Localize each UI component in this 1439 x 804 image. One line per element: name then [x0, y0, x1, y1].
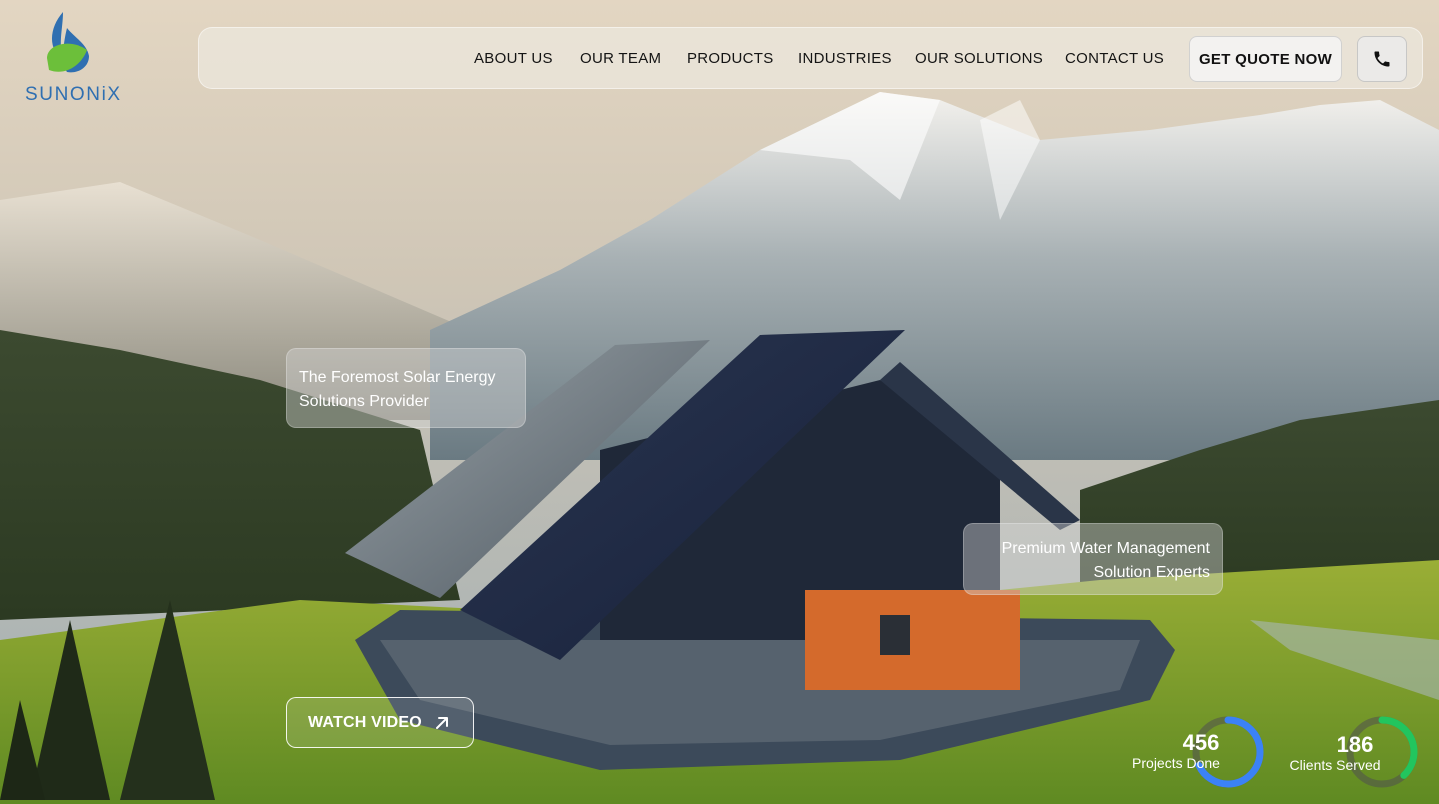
projects-count: 456 — [1182, 730, 1220, 755]
projects-label: Projects Done — [1132, 755, 1220, 771]
landscape-illustration — [0, 0, 1439, 804]
nav-products[interactable]: PRODUCTS — [687, 50, 774, 67]
leaf-flame-logo-icon — [47, 12, 89, 73]
brand-name: SUNONiX — [25, 84, 122, 105]
clients-stat-text: 186 Clients Served — [1282, 732, 1388, 774]
watch-video-label: WATCH VIDEO — [308, 713, 422, 731]
water-management-line1: Premium Water Management — [1001, 540, 1210, 557]
water-management-card: Premium Water Management Solution Expert… — [963, 523, 1223, 595]
nav-our-solutions[interactable]: OUR SOLUTIONS — [915, 50, 1043, 67]
nav-contact-us[interactable]: CONTACT US — [1065, 50, 1164, 67]
solar-provider-line2: Solutions Provider — [299, 393, 429, 410]
solar-provider-card: The Foremost Solar Energy Solutions Prov… — [286, 348, 526, 428]
nav-links: ABOUT US OUR TEAM PRODUCTS INDUSTRIES OU… — [199, 28, 1164, 90]
phone-button[interactable] — [1357, 36, 1407, 82]
brand-logo[interactable]: SUNONiX — [25, 10, 120, 105]
projects-stat-text: 456 Projects Done — [1124, 730, 1228, 772]
arrow-up-right-icon — [435, 716, 448, 729]
nav-about-us[interactable]: ABOUT US — [474, 50, 553, 67]
phone-icon — [1374, 51, 1390, 67]
clients-label: Clients Served — [1289, 757, 1381, 773]
clients-count: 186 — [1336, 732, 1374, 757]
get-quote-button[interactable]: GET QUOTE NOW — [1189, 36, 1342, 82]
watch-video-button[interactable]: WATCH VIDEO — [286, 697, 474, 748]
nav-industries[interactable]: INDUSTRIES — [798, 50, 892, 67]
nav-our-team[interactable]: OUR TEAM — [580, 50, 661, 67]
top-navigation: ABOUT US OUR TEAM PRODUCTS INDUSTRIES OU… — [198, 27, 1423, 89]
hero-background — [0, 0, 1439, 804]
water-management-line2: Solution Experts — [1093, 564, 1210, 581]
solar-provider-line1: The Foremost Solar Energy — [299, 369, 496, 386]
